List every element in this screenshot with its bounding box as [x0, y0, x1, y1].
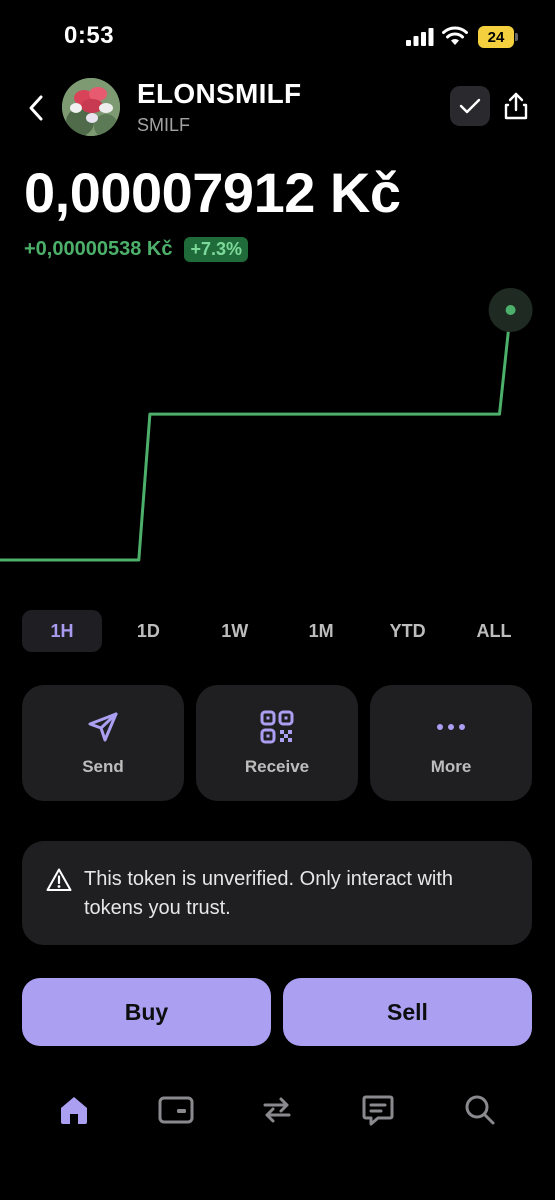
receive-label: Receive — [244, 757, 310, 776]
sell-button[interactable]: Sell — [283, 978, 532, 1046]
timeframe-tab-all[interactable]: ALL — [454, 610, 534, 652]
share-button[interactable] — [500, 86, 532, 126]
action-buttons: Send Receive More — [22, 685, 532, 801]
price-change-row: +0,00000538 Kč +7.3% — [24, 237, 249, 262]
bottom-nav — [0, 1082, 555, 1142]
more-label: More — [430, 757, 472, 776]
nav-messages[interactable] — [358, 1090, 398, 1130]
flower-image-icon — [62, 78, 120, 136]
token-symbol: SMILF — [137, 115, 191, 135]
timeframe-tab-1d[interactable]: 1D — [108, 610, 188, 652]
nav-search[interactable] — [460, 1090, 500, 1130]
unverified-warning: This token is unverified. Only interact … — [22, 841, 532, 945]
price-change-value: +0,00000538 Kč — [24, 238, 173, 260]
token-name: ELONSMILF — [137, 78, 302, 109]
warning-triangle-icon — [46, 868, 72, 891]
verify-check-button[interactable] — [450, 86, 490, 126]
price-line — [0, 309, 513, 562]
status-bar: 0:53 24 — [0, 0, 555, 70]
chat-icon — [362, 1095, 394, 1126]
token-price: 0,00007912 Kč — [24, 161, 401, 224]
timeframe-tab-ytd[interactable]: YTD — [368, 610, 448, 652]
battery-icon: 24 — [478, 26, 518, 48]
trade-buttons: Buy Sell — [22, 978, 532, 1046]
price-chart[interactable] — [0, 280, 555, 600]
cellular-signal-icon — [406, 28, 434, 46]
send-label: Send — [82, 757, 124, 776]
token-avatar — [62, 78, 120, 136]
status-time: 0:53 — [64, 22, 115, 49]
checkmark-icon — [459, 98, 481, 114]
receive-button[interactable]: Receive — [196, 685, 358, 801]
warning-text: This token is unverified. Only interact … — [84, 868, 454, 919]
wallet-card-icon — [158, 1096, 194, 1124]
send-icon — [88, 712, 118, 742]
buy-button[interactable]: Buy — [22, 978, 271, 1046]
price-change-badge: +7.3% — [184, 237, 249, 262]
search-icon — [465, 1095, 495, 1125]
more-dots-icon — [437, 724, 465, 730]
nav-swap[interactable] — [257, 1090, 297, 1130]
send-button[interactable]: Send — [22, 685, 184, 801]
qr-code-icon — [260, 710, 294, 744]
share-icon — [504, 92, 528, 120]
wifi-icon — [442, 26, 468, 45]
timeframe-tab-1h[interactable]: 1H — [22, 610, 102, 652]
back-button[interactable] — [22, 88, 50, 128]
timeframe-tab-1m[interactable]: 1M — [281, 610, 361, 652]
battery-level: 24 — [478, 26, 514, 48]
home-icon — [61, 1097, 87, 1124]
more-button[interactable]: More — [370, 685, 532, 801]
chevron-left-icon — [29, 95, 43, 121]
nav-wallet[interactable] — [156, 1090, 196, 1130]
current-point — [505, 305, 516, 315]
swap-arrows-icon — [263, 1097, 291, 1123]
nav-home[interactable] — [54, 1090, 94, 1130]
timeframe-tabs: 1H 1D 1W 1M YTD ALL — [22, 610, 534, 652]
timeframe-tab-1w[interactable]: 1W — [195, 610, 275, 652]
